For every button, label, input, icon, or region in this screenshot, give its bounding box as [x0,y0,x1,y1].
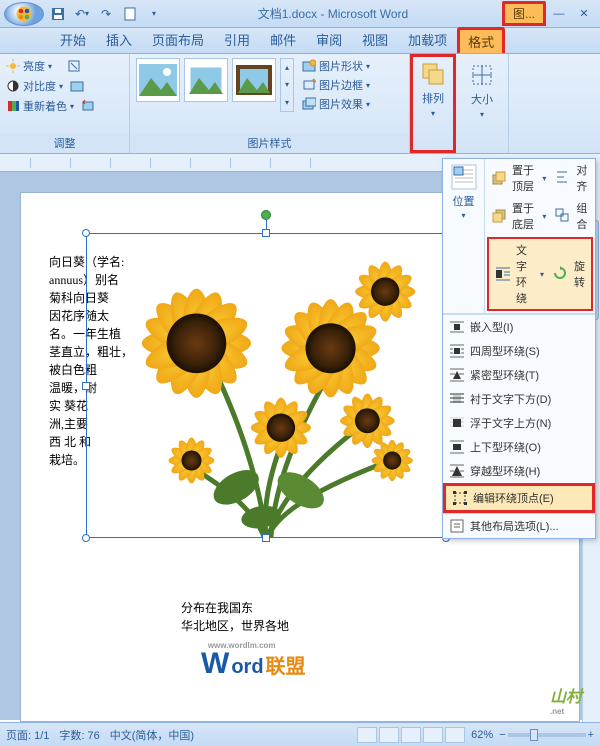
selected-image[interactable] [86,233,446,538]
close-button[interactable]: ✕ [572,5,596,23]
word-count[interactable]: 字数: 76 [59,727,99,743]
wrap-submenu: 嵌入型(I) 四周型环绕(S) 紧密型环绕(T) 衬于文字下方(D) 浮于文字上… [443,314,595,538]
wrap-more-options[interactable]: 其他布局选项(L)... [443,514,595,538]
arrange-dropdown: 位置▾ 置于顶层▾对齐 置于底层▾组合 文字环绕▾旋转 嵌入型(I) 四周型环绕… [442,158,596,539]
watermark: www.wordlm.com Word联盟 [201,647,306,681]
style-thumb[interactable] [232,58,276,102]
size-button[interactable]: 大小 ▾ [462,58,502,119]
gallery-up-icon[interactable]: ▴ [281,63,293,72]
page-indicator[interactable]: 页面: 1/1 [6,727,49,743]
resize-handle[interactable] [82,534,90,542]
wrap-topbottom[interactable]: 上下型环绕(O) [443,435,595,459]
zoom-in-icon[interactable]: + [588,729,594,741]
redo-icon[interactable]: ↷ [96,4,116,24]
qat-more-icon[interactable]: ▾ [144,4,164,24]
window-title: 文档1.docx - Microsoft Word [164,5,502,22]
brightness-button[interactable]: 亮度▾ [6,58,123,74]
office-button[interactable] [4,2,44,26]
change-pic-icon[interactable] [70,79,84,93]
picture-border-button[interactable]: 图片边框▾ [302,77,370,93]
view-draft[interactable] [445,727,465,743]
minimize-button[interactable]: — [547,5,571,23]
group-size: 大小 ▾ [456,54,509,153]
position-button[interactable]: 位置▾ [443,159,485,313]
wrap-through[interactable]: 穿越型环绕(H) [443,459,595,483]
gallery-more-icon[interactable]: ▾ [281,98,293,107]
styles-gallery[interactable]: ▴ ▾ ▾ [136,58,294,112]
arrange-button[interactable]: 排列 ▾ [413,57,453,118]
text-wrap-button[interactable]: 文字环绕▾旋转 [487,237,593,311]
resize-handle[interactable] [262,229,270,237]
titlebar: ↶▾ ↷ ▾ 文档1.docx - Microsoft Word 图... — … [0,0,600,28]
style-thumb[interactable] [136,58,180,102]
tab-references[interactable]: 引用 [214,26,260,53]
resize-handle[interactable] [262,534,270,542]
send-back-button[interactable]: 置于底层▾组合 [485,197,595,235]
undo-icon[interactable]: ↶▾ [72,4,92,24]
tab-format[interactable]: 格式 [457,27,505,53]
new-doc-icon[interactable] [120,4,140,24]
view-outline[interactable] [423,727,443,743]
shancun-watermark: 山村.net [550,683,582,716]
group-styles-label: 图片样式 [130,133,409,153]
zoom-slider[interactable] [508,733,586,737]
tab-mail[interactable]: 邮件 [260,26,306,53]
bring-front-button[interactable]: 置于顶层▾对齐 [485,159,595,197]
wrap-tight[interactable]: 紧密型环绕(T) [443,363,595,387]
rotate-handle[interactable] [261,210,271,220]
statusbar: 页面: 1/1 字数: 76 中文(简体，中国) 62% − + [0,722,600,746]
body-text-bottom: 分布在我国东 华北地区，世界各地 [181,599,289,635]
save-icon[interactable] [48,4,68,24]
resize-handle[interactable] [82,229,90,237]
tab-view[interactable]: 视图 [352,26,398,53]
wrap-behind[interactable]: 衬于文字下方(D) [443,387,595,411]
group-adjust-label: 调整 [0,133,129,153]
tab-home[interactable]: 开始 [50,26,96,53]
view-fullscreen[interactable] [379,727,399,743]
reset-pic-icon[interactable] [81,99,95,113]
quick-access-toolbar: ↶▾ ↷ ▾ [48,4,164,24]
ribbon-tabs: 开始 插入 页面布局 引用 邮件 审阅 视图 加载项 格式 [0,28,600,54]
view-print-layout[interactable] [357,727,377,743]
wrap-inline[interactable]: 嵌入型(I) [443,315,595,339]
wrap-edit-points[interactable]: 编辑环绕顶点(E) [443,483,595,513]
group-icon [555,208,571,224]
zoom-out-icon[interactable]: − [499,729,505,741]
zoom-level[interactable]: 62% [471,729,493,741]
tab-layout[interactable]: 页面布局 [142,26,214,53]
picture-effects-button[interactable]: 图片效果▾ [302,96,370,112]
wrap-square[interactable]: 四周型环绕(S) [443,339,595,363]
align-icon [555,170,571,186]
tab-addins[interactable]: 加载项 [398,26,457,53]
zoom-slider-thumb[interactable] [530,729,538,741]
resize-handle[interactable] [82,382,90,390]
wrap-front[interactable]: 浮于文字上方(N) [443,411,595,435]
view-web[interactable] [401,727,421,743]
contrast-button[interactable]: 对比度▾ [6,78,123,94]
sunflower-image [87,234,445,537]
gallery-down-icon[interactable]: ▾ [281,80,293,89]
group-adjust: 亮度▾ 对比度▾ 重新着色▾ 调整 [0,54,130,153]
group-arrange: 排列 ▾ [410,54,456,153]
compress-icon[interactable] [67,59,81,73]
style-thumb[interactable] [184,58,228,102]
ribbon: 亮度▾ 对比度▾ 重新着色▾ 调整 ▴ ▾ ▾ 图片形状▾ 图片边框▾ 图片效果… [0,54,600,154]
context-tab-label: 图... [502,1,546,26]
tab-insert[interactable]: 插入 [96,26,142,53]
rotate-icon [553,266,569,282]
group-picture-styles: ▴ ▾ ▾ 图片形状▾ 图片边框▾ 图片效果▾ 图片样式 [130,54,410,153]
language-indicator[interactable]: 中文(简体，中国) [110,727,194,743]
recolor-button[interactable]: 重新着色▾ [6,98,123,114]
picture-shape-button[interactable]: 图片形状▾ [302,58,370,74]
tab-review[interactable]: 审阅 [306,26,352,53]
